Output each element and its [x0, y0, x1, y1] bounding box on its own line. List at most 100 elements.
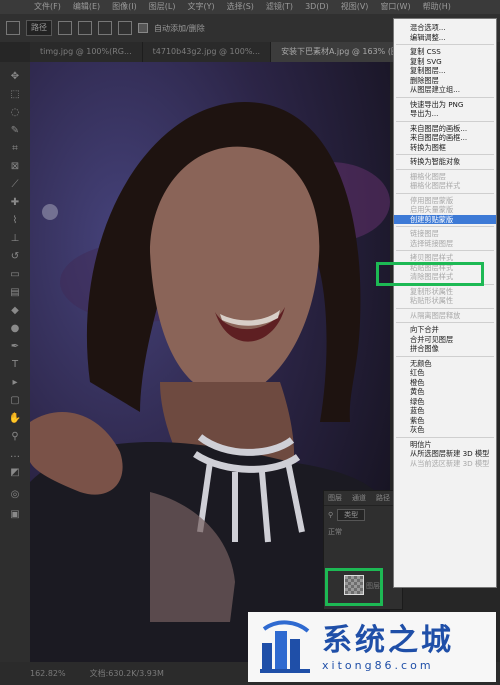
- zoom-level[interactable]: 162.82%: [30, 669, 66, 678]
- menu-item[interactable]: 从所选图层新建 3D 模型: [394, 449, 496, 459]
- menu-item[interactable]: 快速导出为 PNG: [394, 100, 496, 110]
- layer-filter-select[interactable]: 类型: [337, 509, 366, 521]
- brush-tool-icon[interactable]: ⌇: [9, 214, 21, 226]
- tab-document-1[interactable]: timg.jpg @ 100%(RG...: [30, 42, 143, 62]
- menu-separator: [396, 120, 494, 122]
- menu-item: 停用图层蒙版: [410, 195, 454, 205]
- menu-item[interactable]: 复制 SVG: [394, 57, 496, 67]
- tab-document-2[interactable]: t4710b43g2.jpg @ 100%...: [143, 42, 272, 62]
- menu-item[interactable]: 复制图层...: [394, 66, 496, 76]
- menu-separator: [396, 436, 494, 438]
- menu-item[interactable]: 从图层建立组...: [394, 85, 496, 95]
- auto-add-delete-label: 自动添加/删除: [154, 23, 205, 33]
- pen-tool-icon[interactable]: [6, 21, 20, 35]
- menu-item[interactable]: 转换为图框: [394, 143, 496, 153]
- menu-item[interactable]: 来自图层的画框...: [394, 133, 496, 143]
- document-size[interactable]: 文档:630.2K/3.93M: [90, 668, 164, 679]
- menu-separator: [396, 192, 494, 194]
- menu-file[interactable]: 文件(F): [28, 0, 67, 14]
- menu-item: 选择链接图层: [410, 238, 454, 248]
- menu-item[interactable]: 转换为智能对象: [394, 157, 496, 167]
- path-alignment-icon[interactable]: [78, 21, 92, 35]
- tab-layers[interactable]: 图层: [328, 493, 342, 503]
- filter-icon: ⚲: [328, 511, 334, 519]
- healing-brush-tool-icon[interactable]: ✚: [9, 196, 21, 208]
- eraser-tool-icon[interactable]: ▭: [9, 268, 21, 280]
- menu-window[interactable]: 窗口(W): [374, 0, 416, 14]
- menu-item[interactable]: 创建剪贴蒙版: [394, 214, 496, 224]
- path-selection-tool-icon[interactable]: ▸: [9, 376, 21, 388]
- rectangle-tool-icon[interactable]: ▢: [9, 394, 21, 406]
- menu-item: 栅格化图层: [410, 171, 446, 181]
- menu-bar: 文件(F) 编辑(E) 图像(I) 图层(L) 文字(Y) 选择(S) 滤镜(T…: [0, 0, 500, 14]
- pen-tool-icon[interactable]: ✒: [9, 340, 21, 352]
- quick-select-tool-icon[interactable]: ✎: [9, 124, 21, 136]
- menu-item[interactable]: 蓝色: [394, 406, 496, 416]
- menu-separator: [396, 355, 494, 357]
- menu-separator: [396, 44, 494, 45]
- menu-item[interactable]: 导出为...: [394, 109, 496, 119]
- lasso-tool-icon[interactable]: ◌: [9, 106, 21, 118]
- menu-filter[interactable]: 滤镜(T): [260, 0, 299, 14]
- menu-item[interactable]: 紫色: [394, 416, 496, 426]
- menu-item: 栅格化图层样式: [410, 181, 461, 190]
- menu-item[interactable]: 明信片: [394, 440, 496, 450]
- tab-paths[interactable]: 路径: [376, 493, 390, 503]
- menu-item[interactable]: 红色: [394, 368, 496, 378]
- gear-icon[interactable]: [118, 21, 132, 35]
- watermark-url: xitong86.com: [322, 658, 434, 672]
- tab-channels[interactable]: 通道: [352, 493, 366, 503]
- menu-item[interactable]: 合并可见图层: [394, 335, 496, 345]
- menu-item: 粘贴形状属性: [410, 296, 454, 305]
- quick-mask-icon[interactable]: ◎: [9, 488, 21, 500]
- move-tool-icon[interactable]: ✥: [9, 70, 21, 82]
- menu-item[interactable]: 无颜色: [394, 359, 496, 369]
- menu-item[interactable]: 删除图层: [394, 76, 496, 86]
- menu-separator: [396, 154, 494, 155]
- menu-item[interactable]: 拼合图像: [394, 344, 496, 354]
- gradient-tool-icon[interactable]: ▤: [9, 286, 21, 298]
- zoom-tool-icon[interactable]: ⚲: [9, 430, 21, 442]
- frame-tool-icon[interactable]: ⊠: [9, 160, 21, 172]
- marquee-tool-icon[interactable]: ⬚: [9, 88, 21, 100]
- crop-tool-icon[interactable]: ⌗: [9, 142, 21, 154]
- type-tool-icon[interactable]: T: [9, 358, 21, 370]
- foreground-background-colors-icon[interactable]: ◩: [9, 466, 21, 478]
- screen-mode-icon[interactable]: ▣: [9, 508, 21, 520]
- annotation-box-layer: [325, 568, 383, 606]
- menu-item: 从隔离图层释放: [410, 310, 461, 320]
- photoshop-logo-icon: [0, 0, 28, 14]
- menu-layer[interactable]: 图层(L): [143, 0, 182, 14]
- hand-tool-icon[interactable]: ✋: [9, 412, 21, 424]
- menu-item: 复制形状属性: [410, 286, 454, 296]
- menu-item[interactable]: 混合选项...: [394, 23, 496, 33]
- blend-mode-select[interactable]: 正常: [324, 524, 402, 540]
- path-operations-icon[interactable]: [58, 21, 72, 35]
- path-arrangement-icon[interactable]: [98, 21, 112, 35]
- menu-item[interactable]: 复制 CSS: [394, 47, 496, 57]
- menu-help[interactable]: 帮助(H): [417, 0, 457, 14]
- path-mode-select[interactable]: 路径: [26, 20, 52, 36]
- dodge-tool-icon[interactable]: ●: [9, 322, 21, 334]
- menu-image[interactable]: 图像(I): [106, 0, 143, 14]
- menu-item[interactable]: 向下合并: [394, 325, 496, 335]
- menu-separator: [396, 250, 494, 251]
- auto-add-delete-checkbox[interactable]: [138, 23, 148, 33]
- menu-type[interactable]: 文字(Y): [181, 0, 220, 14]
- menu-item[interactable]: 橙色: [394, 378, 496, 388]
- menu-item[interactable]: 来自图层的画板...: [394, 124, 496, 134]
- history-brush-tool-icon[interactable]: ↺: [9, 250, 21, 262]
- menu-item[interactable]: 灰色: [394, 425, 496, 435]
- menu-select[interactable]: 选择(S): [221, 0, 260, 14]
- city-logo-icon: [260, 620, 310, 673]
- menu-item[interactable]: 编辑调整...: [394, 33, 496, 43]
- menu-view[interactable]: 视图(V): [335, 0, 375, 14]
- eyedropper-tool-icon[interactable]: ⟋: [9, 178, 21, 190]
- blur-tool-icon[interactable]: ◆: [9, 304, 21, 316]
- menu-edit[interactable]: 编辑(E): [67, 0, 106, 14]
- clone-stamp-tool-icon[interactable]: ⊥: [9, 232, 21, 244]
- menu-item[interactable]: 黄色: [394, 387, 496, 397]
- more-tools-icon[interactable]: …: [9, 448, 21, 460]
- menu-item[interactable]: 绿色: [394, 397, 496, 407]
- menu-3d[interactable]: 3D(D): [299, 0, 335, 14]
